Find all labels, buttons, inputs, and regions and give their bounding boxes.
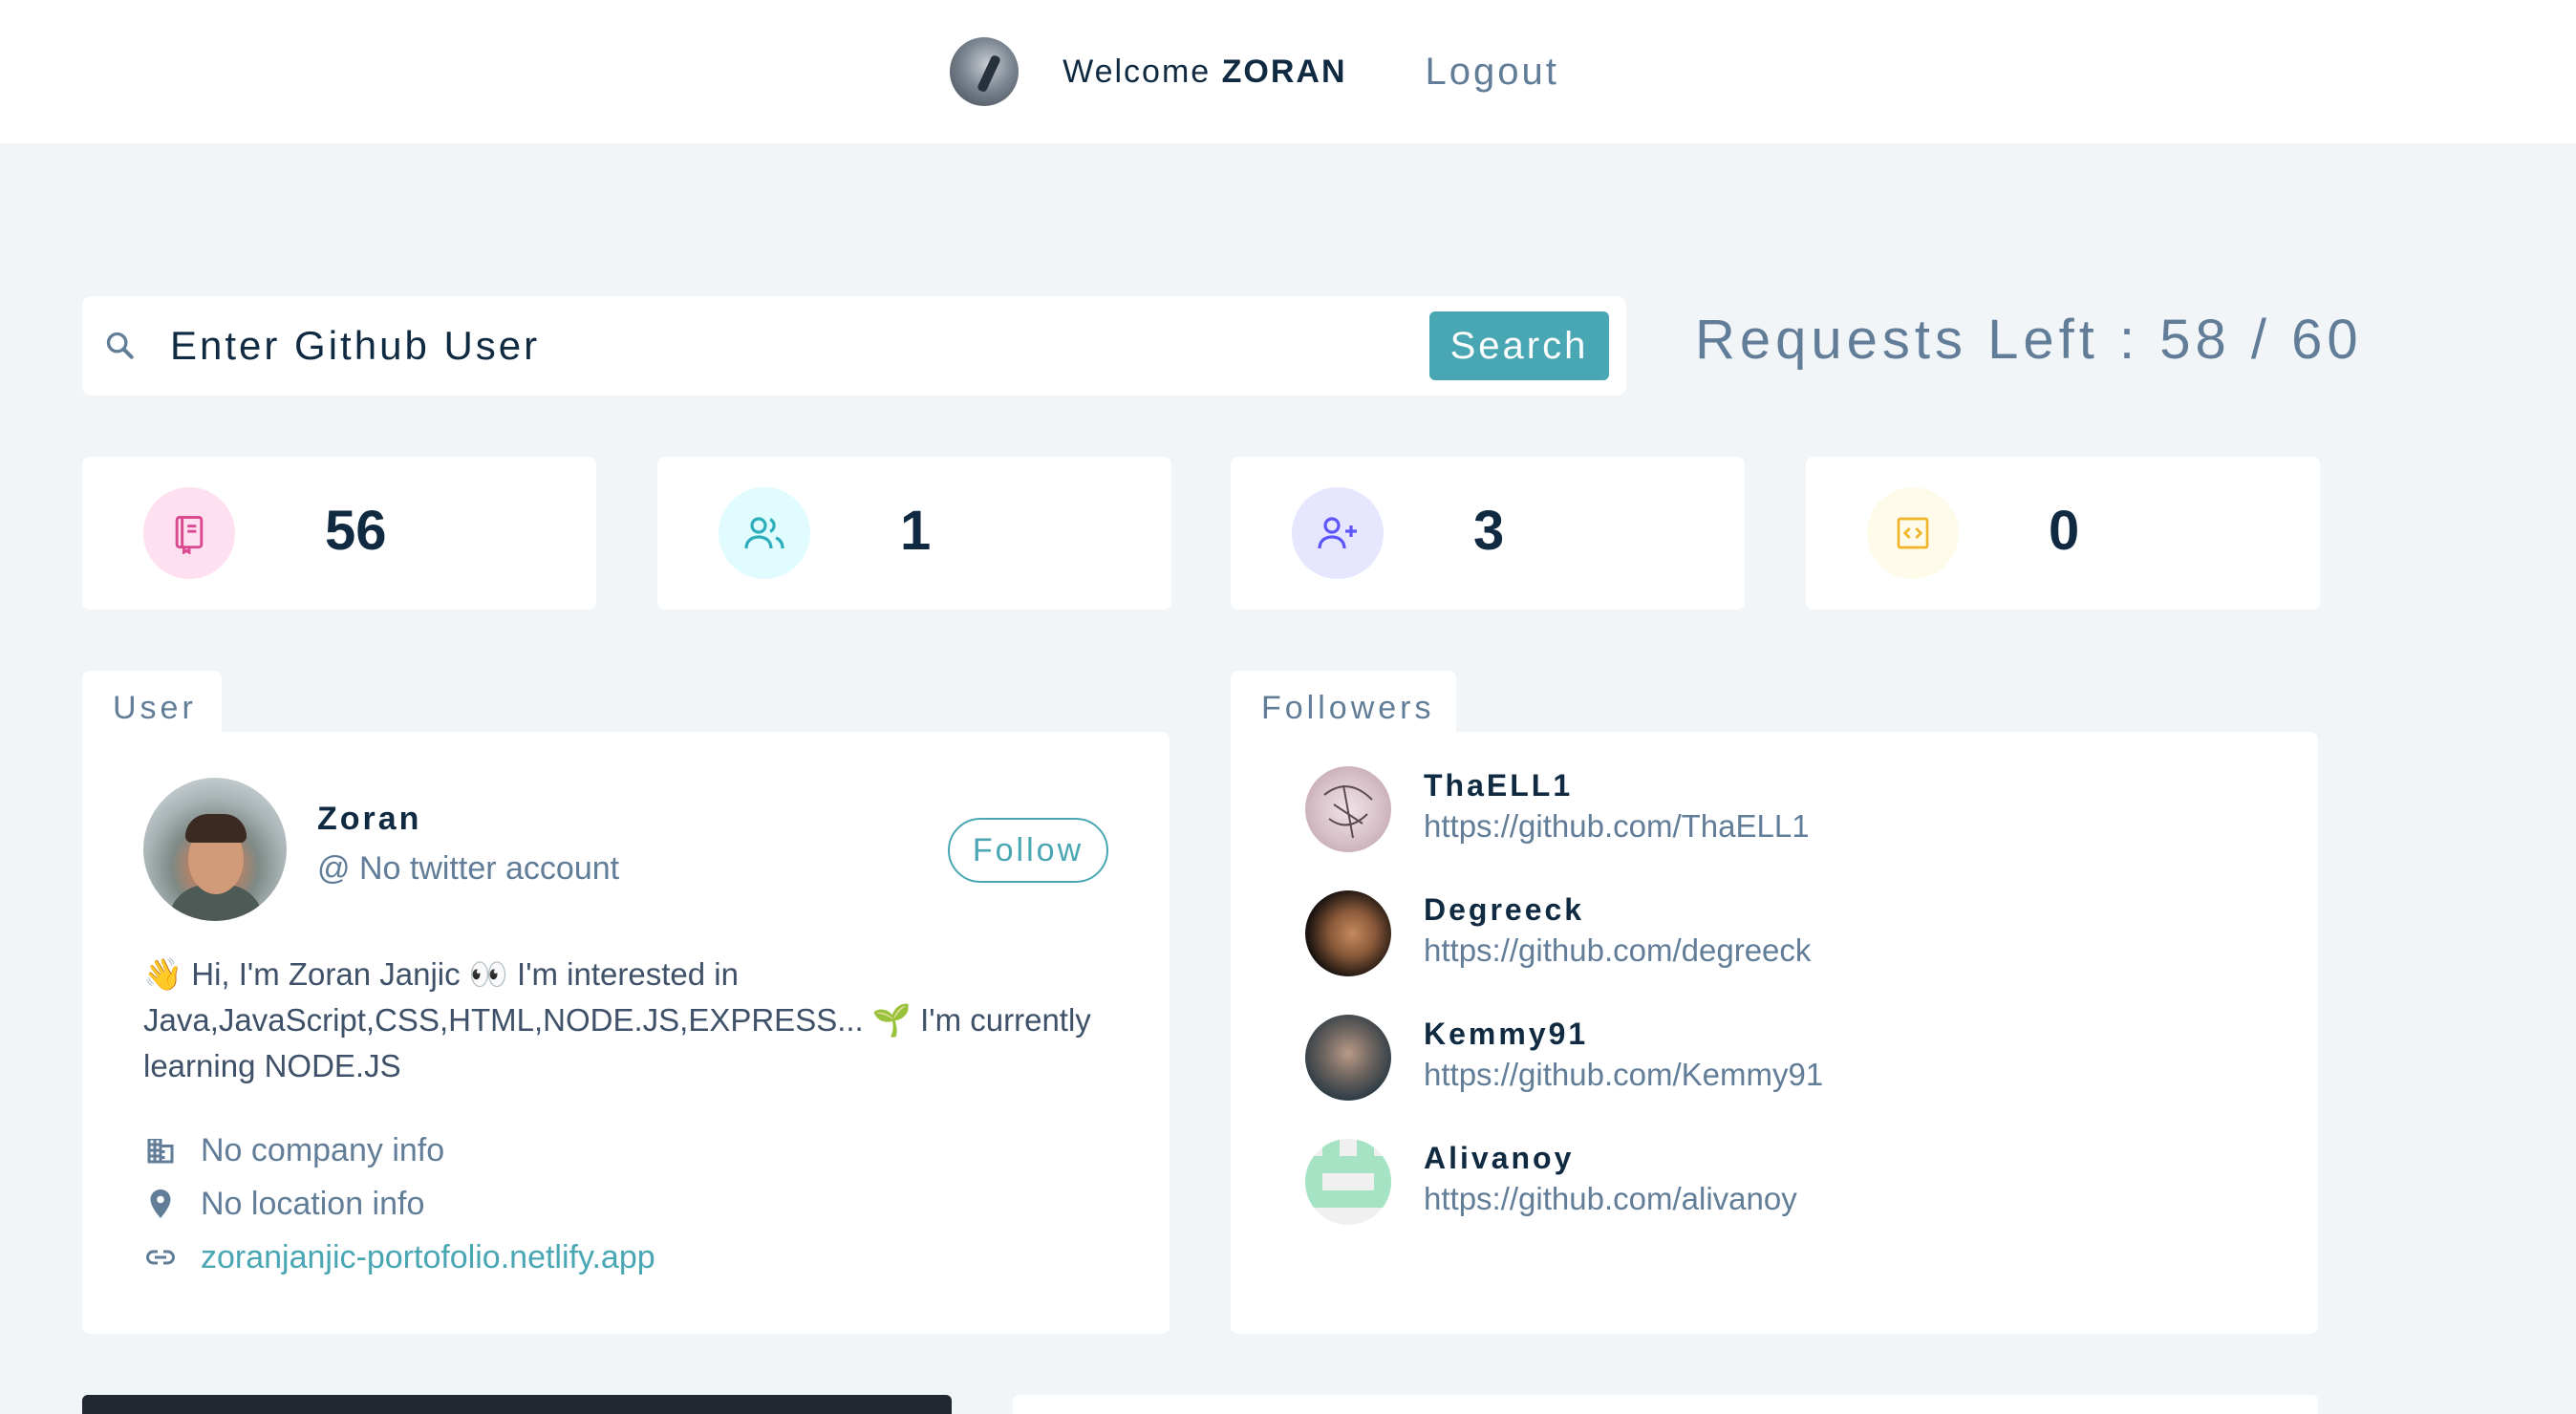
follower-avatar xyxy=(1305,1015,1391,1101)
follower-name: Kemmy91 xyxy=(1424,1017,1589,1051)
follower-item: Kemmy91 https://github.com/Kemmy91 xyxy=(1305,1015,2165,1106)
user-panel: Zoran @ No twitter account Follow 👋 Hi, … xyxy=(82,732,1170,1334)
search-input[interactable] xyxy=(170,317,1489,375)
follower-avatar xyxy=(1305,1139,1391,1225)
search-form: Search xyxy=(82,296,1626,396)
stat-card-repos: 56 xyxy=(82,457,596,610)
follower-avatar xyxy=(1305,766,1391,852)
chart-card-light-top xyxy=(1013,1395,2318,1414)
chart-card-dark-top xyxy=(82,1395,952,1414)
navbar: Welcome ZORAN Logout xyxy=(0,0,2576,143)
welcome-prefix: Welcome xyxy=(1063,53,1222,90)
welcome-username: ZORAN xyxy=(1221,53,1347,90)
link-icon xyxy=(146,1250,175,1265)
user-bio: 👋 Hi, I'm Zoran Janjic 👀 I'm interested … xyxy=(143,952,1099,1089)
follower-item: Alivanoy https://github.com/alivanoy xyxy=(1305,1139,2165,1231)
followers-tab-label: Followers xyxy=(1231,671,1456,734)
stat-value-followers: 1 xyxy=(900,500,932,562)
user-bio-line: 👋 Hi, I'm Zoran Janjic 👀 I'm interested … xyxy=(143,956,739,992)
navbar-inner: Welcome ZORAN Logout xyxy=(950,37,1559,106)
follower-avatar xyxy=(1305,890,1391,976)
blog-link[interactable]: zoranjanjic-portofolio.netlify.app xyxy=(201,1239,655,1276)
stat-value-following: 3 xyxy=(1473,500,1505,562)
stat-card-following: 3 xyxy=(1231,457,1745,610)
user-plus-icon xyxy=(1292,487,1384,579)
company-text: No company info xyxy=(201,1131,445,1168)
user-bio-line: Java,JavaScript,CSS,HTML,NODE.JS,EXPRESS… xyxy=(143,1002,1091,1038)
follower-url[interactable]: https://github.com/Kemmy91 xyxy=(1424,1057,1823,1093)
search-button[interactable]: Search xyxy=(1429,311,1609,380)
navbar-avatar xyxy=(950,37,1020,106)
stat-card-gists: 0 xyxy=(1806,457,2320,610)
requests-left: Requests Left : 58 / 60 xyxy=(1695,309,2363,371)
follow-button[interactable]: Follow xyxy=(948,818,1108,883)
follower-url[interactable]: https://github.com/ThaELL1 xyxy=(1424,808,1810,845)
company-info-row: No company info xyxy=(143,1129,444,1171)
follower-name: ThaELL1 xyxy=(1424,768,1574,803)
user-bio-line: learning NODE.JS xyxy=(143,1048,401,1083)
stat-value-repos: 56 xyxy=(325,500,387,562)
user-avatar xyxy=(143,778,287,921)
location-pin-icon xyxy=(150,1189,171,1218)
building-icon xyxy=(147,1139,174,1164)
users-icon xyxy=(719,487,810,579)
welcome-text: Welcome ZORAN xyxy=(1063,54,1346,91)
follower-url[interactable]: https://github.com/degreeck xyxy=(1424,932,1811,969)
code-icon xyxy=(1867,487,1959,579)
location-info-row: No location info xyxy=(143,1183,424,1225)
user-name: Zoran xyxy=(317,801,422,837)
follower-item: Degreeck https://github.com/degreeck xyxy=(1305,890,2165,982)
user-twitter: @ No twitter account xyxy=(317,850,620,887)
user-tab-label: User xyxy=(82,671,222,734)
follower-name: Degreeck xyxy=(1424,892,1585,927)
stat-value-gists: 0 xyxy=(2049,500,2080,562)
stat-card-followers: 1 xyxy=(657,457,1171,610)
logout-button[interactable]: Logout xyxy=(1426,51,1559,94)
repo-book-icon xyxy=(143,487,235,579)
follower-url[interactable]: https://github.com/alivanoy xyxy=(1424,1181,1797,1217)
followers-panel: ThaELL1 https://github.com/ThaELL1 Degre… xyxy=(1231,732,2318,1334)
follower-item: ThaELL1 https://github.com/ThaELL1 xyxy=(1305,766,2165,858)
follower-name: Alivanoy xyxy=(1424,1141,1575,1175)
blog-info-row: zoranjanjic-portofolio.netlify.app xyxy=(143,1236,655,1278)
location-text: No location info xyxy=(201,1185,425,1222)
search-icon xyxy=(106,332,134,359)
